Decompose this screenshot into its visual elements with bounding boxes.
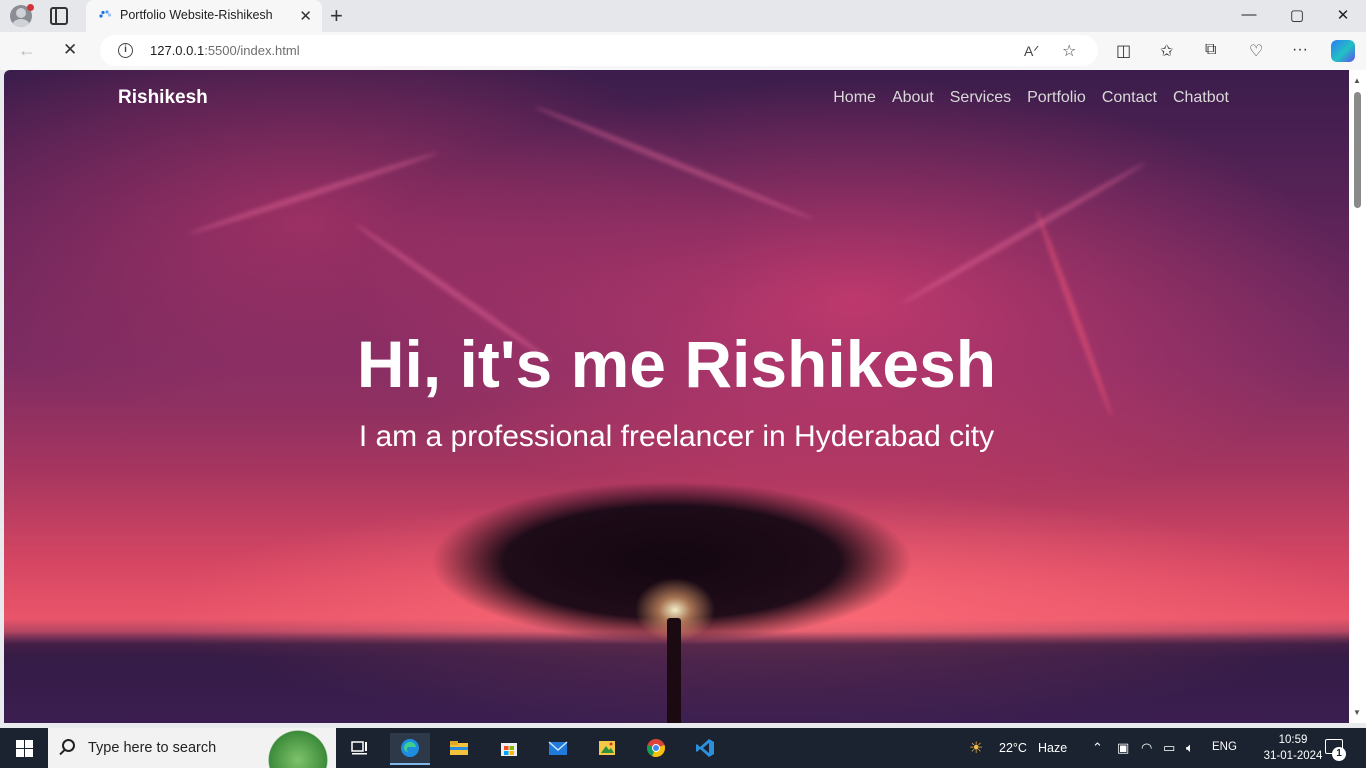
nav-link-home[interactable]: Home	[833, 89, 876, 107]
tree-trunk	[667, 618, 681, 723]
weather-haze-icon[interactable]: ☀	[969, 738, 983, 758]
system-clock[interactable]: 10:59 31-01-2024	[1262, 732, 1324, 764]
scroll-down-arrow-icon[interactable]: ▼	[1353, 708, 1361, 717]
task-view-icon[interactable]	[340, 733, 380, 765]
sky-streak	[901, 160, 1147, 306]
windows-taskbar: Type here to search ☀ 22°C Haze ⌃ ▣ ◠ ▭ …	[0, 728, 1366, 768]
address-bar[interactable]: i 127.0.0.1:5500/index.html Aᐟ ☆	[100, 35, 1098, 66]
minimize-button[interactable]: —	[1234, 6, 1264, 23]
vscode-app-icon[interactable]	[685, 733, 725, 765]
new-tab-button[interactable]: +	[330, 3, 343, 29]
nav-links: Home About Services Portfolio Contact Ch…	[833, 89, 1229, 107]
loading-spinner-icon	[99, 10, 112, 18]
file-explorer-icon[interactable]	[439, 733, 479, 765]
favorite-star-icon[interactable]: ☆	[1062, 41, 1076, 61]
copilot-icon[interactable]	[1331, 40, 1355, 62]
clock-time: 10:59	[1278, 734, 1308, 746]
tab-actions-icon[interactable]	[50, 7, 68, 25]
close-window-button[interactable]: ✕	[1328, 6, 1358, 24]
stop-loading-button[interactable]: ✕	[63, 40, 77, 60]
input-language[interactable]: ENG	[1212, 741, 1237, 753]
tab-portfolio[interactable]: Portfolio Website-Rishikesh ✕	[86, 0, 322, 32]
taskbar-search-box[interactable]: Type here to search	[48, 728, 336, 768]
wifi-icon[interactable]: ◠	[1141, 740, 1152, 756]
search-icon	[62, 739, 75, 752]
weather-description[interactable]: Haze	[1038, 741, 1067, 755]
nav-link-contact[interactable]: Contact	[1102, 89, 1157, 107]
browser-essentials-icon[interactable]: ♡	[1249, 41, 1263, 61]
favorites-icon[interactable]: ✩	[1160, 41, 1173, 61]
edge-app-icon[interactable]	[390, 733, 430, 765]
nav-link-about[interactable]: About	[892, 89, 934, 107]
nav-link-portfolio[interactable]: Portfolio	[1027, 89, 1086, 107]
notification-count-badge: 1	[1332, 747, 1346, 761]
site-logo[interactable]: Rishikesh	[118, 87, 208, 109]
mail-app-icon[interactable]	[538, 733, 578, 765]
photos-app-icon[interactable]	[587, 733, 627, 765]
page-viewport: Rishikesh Home About Services Portfolio …	[4, 70, 1349, 723]
search-placeholder: Type here to search	[88, 740, 217, 756]
browser-toolbar: ← ✕ i 127.0.0.1:5500/index.html Aᐟ ☆ ◫ ✩…	[0, 32, 1366, 70]
sky-streak	[189, 149, 439, 237]
hero-title: Hi, it's me Rishikesh	[356, 327, 997, 401]
nav-link-chatbot[interactable]: Chatbot	[1173, 89, 1229, 107]
scroll-up-arrow-icon[interactable]: ▲	[1353, 76, 1361, 85]
url-text[interactable]: 127.0.0.1:5500/index.html	[150, 43, 300, 58]
weather-temperature[interactable]: 22°C	[999, 741, 1027, 755]
hero-subtitle: I am a professional freelancer in Hydera…	[358, 420, 995, 453]
tab-strip: Portfolio Website-Rishikesh ✕ + — ▢ ✕	[0, 0, 1366, 32]
site-info-icon[interactable]: i	[118, 43, 133, 58]
show-hidden-icons-chevron-icon[interactable]: ⌃	[1092, 740, 1103, 756]
tab-title: Portfolio Website-Rishikesh	[120, 8, 273, 22]
collections-icon[interactable]: ⧉	[1205, 41, 1216, 59]
site-navbar: Rishikesh Home About Services Portfolio …	[4, 70, 1349, 130]
page-scrollbar[interactable]: ▲ ▼	[1349, 70, 1366, 723]
scrollbar-thumb[interactable]	[1354, 92, 1361, 208]
meet-now-icon[interactable]: ▣	[1117, 740, 1129, 756]
clock-date: 31-01-2024	[1263, 750, 1323, 762]
microsoft-store-icon[interactable]	[489, 733, 529, 765]
more-icon[interactable]: ···	[1292, 41, 1308, 59]
battery-icon[interactable]: ▭	[1163, 740, 1175, 756]
split-screen-icon[interactable]: ◫	[1116, 41, 1131, 61]
read-aloud-icon[interactable]: Aᐟ	[1024, 43, 1039, 60]
back-button[interactable]: ←	[18, 40, 36, 61]
maximize-button[interactable]: ▢	[1282, 6, 1312, 24]
tab-close-icon[interactable]: ✕	[299, 7, 312, 25]
url-path: :5500/index.html	[204, 43, 300, 58]
profile-notification-dot	[27, 4, 34, 11]
windows-start-icon[interactable]	[16, 740, 33, 757]
nav-link-services[interactable]: Services	[950, 89, 1011, 107]
search-highlight-art	[262, 728, 334, 768]
chrome-app-icon[interactable]	[636, 733, 676, 765]
volume-icon[interactable]: 🔈︎	[1186, 740, 1194, 756]
url-host: 127.0.0.1	[150, 43, 205, 58]
